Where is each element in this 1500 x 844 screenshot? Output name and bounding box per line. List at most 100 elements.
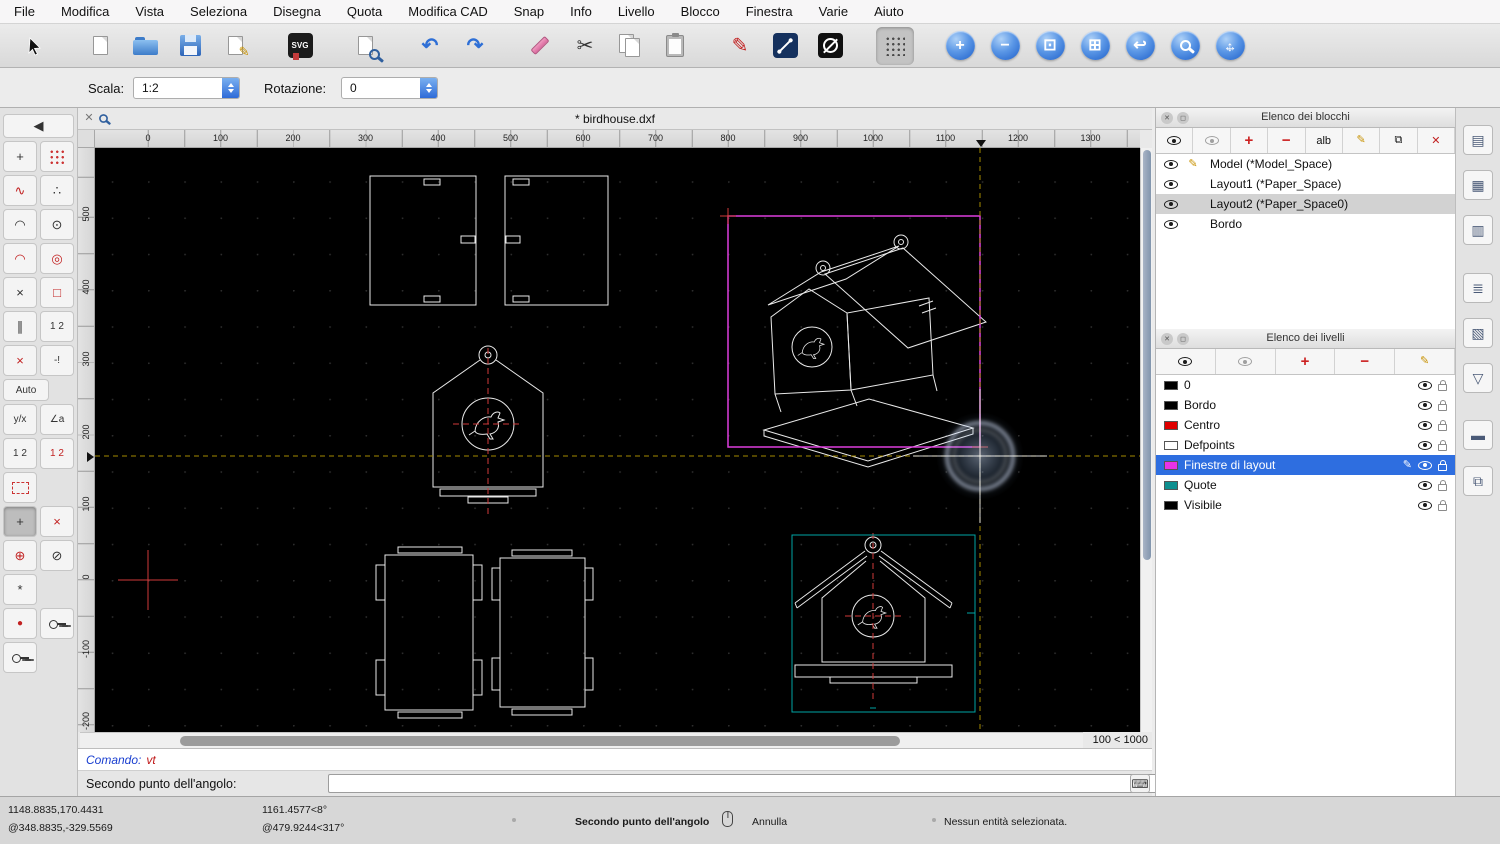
undo-button[interactable]: ↶ [411,27,449,65]
delete-button[interactable] [521,27,559,65]
layer-row-finestre-di-layout[interactable]: Finestre di layout ✎ [1156,455,1455,475]
menu-quota[interactable]: Quota [347,4,382,19]
eye-icon[interactable] [1164,179,1178,189]
vertical-scrollbar-thumb[interactable] [1142,150,1151,560]
drawing-canvas[interactable] [95,148,1140,732]
lock-icon[interactable] [1438,379,1447,391]
distance-snap-button[interactable]: □ [40,277,74,308]
eye-icon[interactable] [1164,199,1178,209]
new-document-button[interactable] [81,27,119,65]
ordinal-abs-button[interactable]: 1 2 [3,438,37,469]
rotation-combo[interactable]: 0 [341,77,438,99]
sheet-dock-button[interactable]: ▥ [1463,215,1493,245]
print-preview-button[interactable] [346,27,384,65]
eye-icon[interactable] [1418,420,1432,430]
pen-tool-button[interactable]: ✎ [721,27,759,65]
show-all-blocks-button[interactable] [1156,128,1194,153]
layer-row-quote[interactable]: Quote [1156,475,1455,495]
lock-icon[interactable] [1438,419,1447,431]
eye-icon[interactable] [1418,400,1432,410]
zoom-in-button[interactable]: + [941,27,979,65]
eye-icon[interactable] [1418,440,1432,450]
block-row-model[interactable]: ✎ Model (*Model_Space) [1156,154,1455,174]
pan-button[interactable]: ↔ ↕ [1211,27,1249,65]
parallel-restrict-button[interactable]: ∥ [3,311,37,342]
menu-blocco[interactable]: Blocco [681,4,720,19]
menu-snap[interactable]: Snap [514,4,544,19]
ellipse-tool-button[interactable] [811,27,849,65]
menu-modifica[interactable]: Modifica [61,4,109,19]
rays-button[interactable]: * [3,574,37,605]
layer-row-0[interactable]: 0 [1156,375,1455,395]
pointer-tool-button[interactable] [16,27,54,65]
horizontal-scrollbar[interactable] [80,732,1083,748]
viewport-tool-button[interactable] [3,472,37,503]
grid-toggle-button[interactable] [876,26,914,65]
eye-icon[interactable] [1164,219,1178,229]
paste-button[interactable] [656,27,694,65]
eye-icon[interactable] [1418,380,1432,390]
show-all-layers-button[interactable] [1156,349,1216,374]
hide-all-blocks-button[interactable] [1193,128,1231,153]
selection-filter-dock-button[interactable]: ▽ [1463,363,1493,393]
block-row-bordo[interactable]: Bordo [1156,214,1455,234]
detach-button[interactable]: ⊘ [40,540,74,571]
intersection-snap-button[interactable]: × [3,277,37,308]
lock-icon[interactable] [1438,459,1447,471]
add-layer-button[interactable]: + [1276,349,1336,374]
block-row-layout2[interactable]: Layout2 (*Paper_Space0) [1156,194,1455,214]
rename-block-button[interactable]: alb [1306,128,1343,153]
menu-info[interactable]: Info [570,4,592,19]
remove-layer-button[interactable]: − [1335,349,1396,374]
cross-marker-button[interactable]: × [40,506,74,537]
menu-seleziona[interactable]: Seleziona [190,4,247,19]
eye-icon[interactable] [1164,159,1178,169]
tangent-snap-button[interactable]: ◠ [3,243,37,274]
remove-block-button[interactable]: − [1268,128,1306,153]
ordinal-restrict-button[interactable]: 1 2 [40,311,74,342]
pencil-icon[interactable]: ✎ [1403,459,1412,471]
endpoint-snap-button[interactable]: ∿ [3,175,37,206]
snap-off-button[interactable]: × [3,345,37,376]
menu-file[interactable]: File [14,4,35,19]
lock-icon[interactable] [1438,439,1447,451]
snap-warning-button[interactable]: -! [40,345,74,376]
unlock-tool-button[interactable] [3,642,37,673]
point-marker-button[interactable]: ● [3,608,37,639]
scale-combo[interactable]: 1:2 [133,77,240,99]
edit-drawing-preferences-button[interactable]: ✎ [216,27,254,65]
edit-layer-button[interactable]: ✎ [1395,349,1455,374]
delete-block-button[interactable]: ✕ [1418,128,1455,153]
points-snap-button[interactable]: ∴ [40,175,74,206]
zoom-out-button[interactable]: − [986,27,1024,65]
attach-button[interactable]: ⊕ [3,540,37,571]
center-snap-button[interactable]: ⊙ [40,209,74,240]
magnifier-button[interactable] [1166,27,1204,65]
copy-button[interactable] [611,27,649,65]
lock-icon[interactable] [1438,499,1447,511]
eye-icon[interactable] [1418,500,1432,510]
menu-finestra[interactable]: Finestra [746,4,793,19]
menu-vista[interactable]: Vista [135,4,164,19]
layer-row-centro[interactable]: Centro [1156,415,1455,435]
save-button[interactable] [171,27,209,65]
keyboard-toggle-button[interactable]: ⌨ [1130,774,1150,793]
layer-row-visibile[interactable]: Visibile [1156,495,1455,515]
auto-snap-button[interactable]: Auto [3,379,49,401]
menu-varie[interactable]: Varie [819,4,848,19]
block-list-dock-button[interactable]: ≣ [1463,273,1493,303]
open-file-button[interactable] [126,27,164,65]
lock-icon[interactable] [1438,399,1447,411]
crosshair-snap-button[interactable]: + [3,141,37,172]
menu-disegna[interactable]: Disegna [273,4,321,19]
reference-snap-button[interactable]: ◎ [40,243,74,274]
horizontal-scrollbar-thumb[interactable] [180,736,900,746]
previous-view-button[interactable]: ↩ [1121,27,1159,65]
vertical-scrollbar[interactable] [1140,148,1152,732]
layer-list-dock-button[interactable]: ▧ [1463,318,1493,348]
layer-row-defpoints[interactable]: Defpoints [1156,435,1455,455]
svg-export-button[interactable]: SVG [281,27,319,65]
library-browser-dock-button[interactable]: ▦ [1463,170,1493,200]
menu-aiuto[interactable]: Aiuto [874,4,904,19]
arc-snap-button[interactable]: ◠ [3,209,37,240]
